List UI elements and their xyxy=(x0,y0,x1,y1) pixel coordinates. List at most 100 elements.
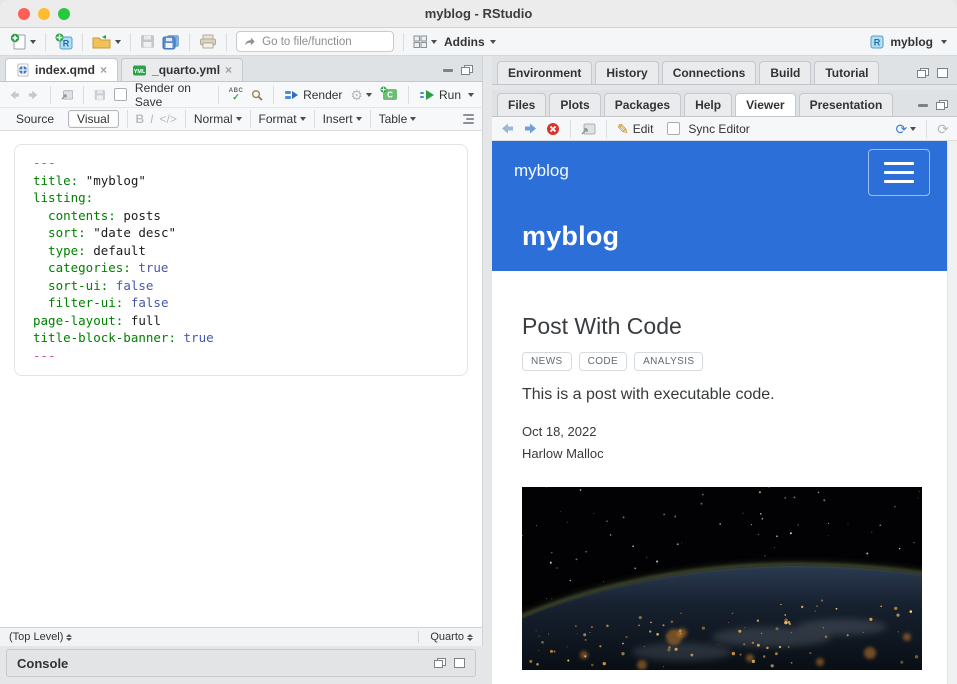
refresh-icon[interactable]: ⟳ xyxy=(937,122,949,136)
project-menu-button[interactable]: R myblog xyxy=(869,34,947,49)
run-button[interactable]: Run xyxy=(419,88,474,102)
blog-brand-link[interactable]: myblog xyxy=(514,161,569,181)
spellcheck-icon[interactable]: ABC✓ xyxy=(229,88,244,102)
traffic-lights xyxy=(18,8,70,20)
svg-text:R: R xyxy=(874,38,881,48)
minimize-pane-icon[interactable] xyxy=(918,104,928,107)
save-all-button[interactable] xyxy=(162,34,180,50)
viewer-forward-icon[interactable] xyxy=(523,122,538,135)
post-thumbnail-image[interactable] xyxy=(522,487,922,670)
tab-label: Presentation xyxy=(810,98,883,112)
popout-icon[interactable] xyxy=(581,122,596,135)
source-mode-button[interactable]: Source xyxy=(8,111,62,127)
tab-tutorial[interactable]: Tutorial xyxy=(814,61,879,84)
render-label: Render xyxy=(303,88,342,102)
tab-label: Viewer xyxy=(746,98,784,112)
italic-button[interactable]: I xyxy=(150,112,153,126)
maximize-pane-icon[interactable] xyxy=(937,68,948,78)
restore-pane-icon[interactable] xyxy=(461,65,473,75)
tab-build[interactable]: Build xyxy=(759,61,811,84)
new-project-button[interactable]: R xyxy=(55,33,73,50)
print-button[interactable] xyxy=(199,34,217,49)
insert-label: Insert xyxy=(323,112,353,126)
render-button[interactable]: Render xyxy=(284,88,342,102)
insert-chunk-button[interactable]: C xyxy=(380,86,398,104)
filetype-selector[interactable]: Quarto xyxy=(430,631,473,643)
zoom-window-button[interactable] xyxy=(58,8,70,20)
sync-editor-checkbox[interactable] xyxy=(667,122,680,135)
popout-icon[interactable] xyxy=(61,88,74,101)
tab-label: Packages xyxy=(615,98,670,112)
find-icon[interactable] xyxy=(251,88,263,102)
panes-layout-button[interactable] xyxy=(413,35,437,49)
category-badge[interactable]: CODE xyxy=(579,352,628,371)
tab-plots[interactable]: Plots xyxy=(549,93,600,116)
stop-icon[interactable] xyxy=(546,122,560,136)
close-window-button[interactable] xyxy=(18,8,30,20)
goto-file-input[interactable] xyxy=(260,35,386,49)
new-file-button[interactable] xyxy=(10,33,36,50)
viewer-scrollbar[interactable] xyxy=(947,141,957,684)
blog-navbar: myblog xyxy=(492,141,947,201)
restore-pane-icon[interactable] xyxy=(434,658,446,668)
save-icon xyxy=(140,34,155,49)
restore-pane-icon[interactable] xyxy=(917,68,929,78)
editor-content[interactable]: ---title: "myblog"listing: contents: pos… xyxy=(0,131,483,627)
quarto-file-icon xyxy=(16,63,30,77)
tab-help[interactable]: Help xyxy=(684,93,732,116)
render-on-save-label: Render on Save xyxy=(135,81,208,109)
tab-index-qmd[interactable]: index.qmd × xyxy=(5,58,118,81)
goto-file-search[interactable] xyxy=(236,31,394,52)
new-file-icon xyxy=(10,33,27,50)
code-button[interactable]: </> xyxy=(160,112,177,126)
forward-icon[interactable] xyxy=(28,89,40,101)
close-tab-icon[interactable]: × xyxy=(100,64,107,76)
save-button[interactable] xyxy=(140,34,155,49)
visual-mode-button[interactable]: Visual xyxy=(68,110,118,128)
insert-menu[interactable]: Insert xyxy=(323,112,362,126)
restore-pane-icon[interactable] xyxy=(936,100,948,110)
tab-label: _quarto.yml xyxy=(152,63,220,77)
format-menu[interactable]: Format xyxy=(259,112,306,126)
console-title: Console xyxy=(17,656,68,671)
maximize-pane-icon[interactable] xyxy=(454,658,465,668)
viewer-back-icon[interactable] xyxy=(500,122,515,135)
bold-button[interactable]: B xyxy=(136,112,145,126)
hamburger-menu-button[interactable] xyxy=(868,149,930,196)
post-title-link[interactable]: Post With Code xyxy=(522,313,917,340)
post-description: This is a post with executable code. xyxy=(522,386,917,404)
category-badge[interactable]: NEWS xyxy=(522,352,572,371)
save-icon[interactable] xyxy=(94,88,106,102)
open-file-button[interactable] xyxy=(92,34,121,50)
tab-viewer[interactable]: Viewer xyxy=(735,93,795,116)
tab-environment[interactable]: Environment xyxy=(497,61,592,84)
gear-icon: ⚙ xyxy=(350,88,363,102)
back-icon[interactable] xyxy=(8,89,20,101)
sync-editor-label: Sync Editor xyxy=(688,122,749,136)
table-menu[interactable]: Table xyxy=(379,112,417,126)
console-pane-header[interactable]: Console xyxy=(6,649,476,677)
tab-presentation[interactable]: Presentation xyxy=(799,93,894,116)
outline-toggle-icon[interactable] xyxy=(463,114,474,124)
addins-button[interactable]: Addins xyxy=(444,35,496,49)
yaml-block[interactable]: ---title: "myblog"listing: contents: pos… xyxy=(14,144,468,376)
tab-label: Help xyxy=(695,98,721,112)
minimize-window-button[interactable] xyxy=(38,8,50,20)
minimize-pane-icon[interactable] xyxy=(443,69,453,72)
tab-history[interactable]: History xyxy=(595,61,658,84)
tab-connections[interactable]: Connections xyxy=(662,61,757,84)
publish-button[interactable]: ⟳ xyxy=(896,122,917,136)
tab-quarto-yml[interactable]: YML _quarto.yml × xyxy=(121,58,243,81)
close-tab-icon[interactable]: × xyxy=(225,64,232,76)
scope-selector[interactable]: (Top Level) xyxy=(9,631,72,643)
tab-files[interactable]: Files xyxy=(497,93,546,116)
table-label: Table xyxy=(379,112,408,126)
category-badge[interactable]: ANALYSIS xyxy=(634,352,703,371)
paragraph-style-dropdown[interactable]: Normal xyxy=(194,112,242,126)
render-settings-button[interactable]: ⚙ xyxy=(350,88,372,102)
tab-packages[interactable]: Packages xyxy=(604,93,681,116)
render-on-save-checkbox[interactable] xyxy=(114,88,127,101)
tab-label: History xyxy=(606,66,647,80)
editor-status-bar: (Top Level) Quarto xyxy=(0,627,483,646)
edit-button[interactable]: ✎ Edit xyxy=(617,122,653,136)
